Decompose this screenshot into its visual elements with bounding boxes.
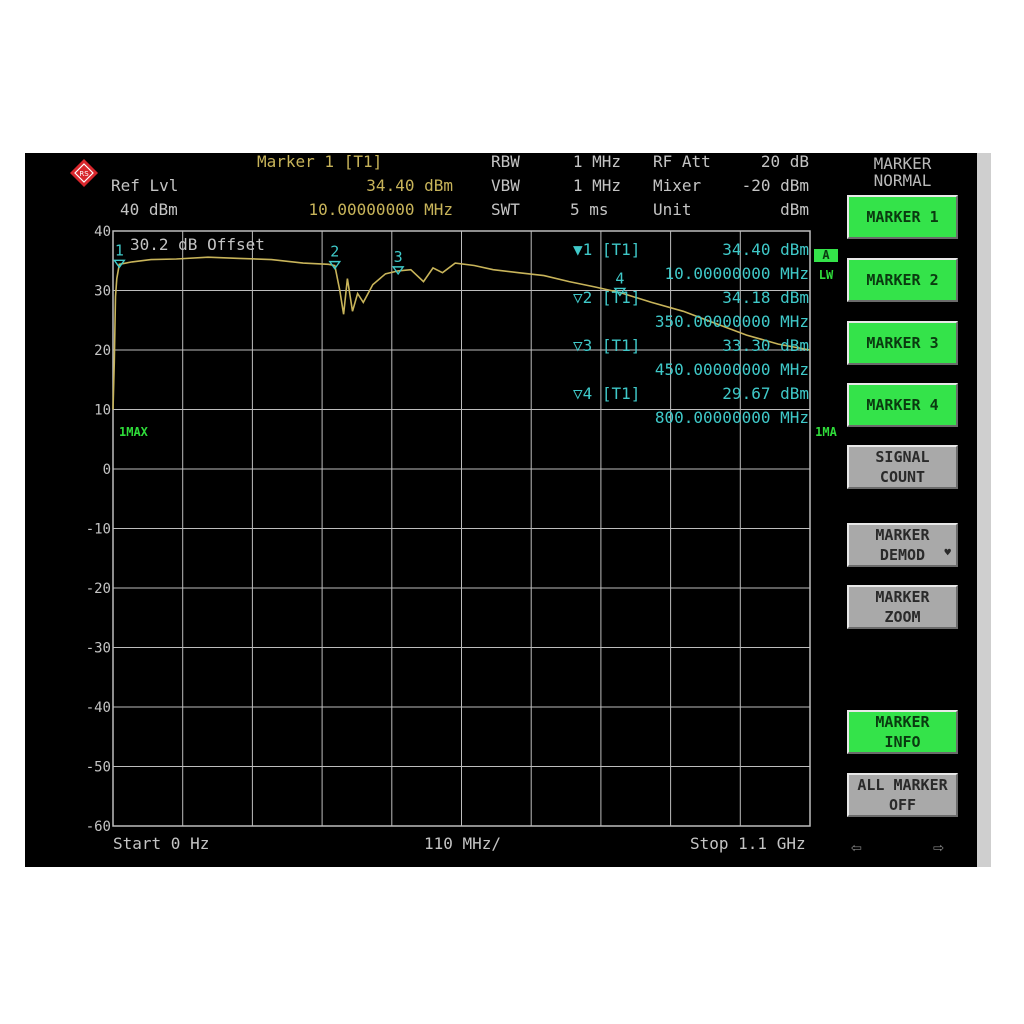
y-tick-label: -60 bbox=[86, 819, 111, 835]
trace-1ma-tag: 1MA bbox=[815, 425, 837, 439]
y-tick-label: 20 bbox=[94, 343, 111, 359]
span-per-division: 110 MHz/ bbox=[424, 834, 502, 853]
stop-frequency: Stop 1.1 GHz bbox=[690, 834, 806, 853]
marker-entry-frequency: 800.00000000 MHz bbox=[654, 408, 809, 427]
menu-title: MARKER NORMAL bbox=[873, 154, 932, 190]
trace-lw-tag: LW bbox=[818, 268, 834, 282]
softkey-marker-3[interactable]: MARKER 3 bbox=[847, 321, 958, 365]
marker-entry-frequency: 10.00000000 MHz bbox=[664, 264, 810, 283]
trace-mode-label: 1MAX bbox=[119, 425, 148, 439]
y-tick-label: 40 bbox=[94, 224, 111, 240]
softkey-label: SIGNAL COUNT bbox=[875, 448, 930, 486]
y-tick-label: -20 bbox=[86, 581, 111, 597]
y-tick-label: -30 bbox=[86, 641, 111, 657]
softkey-label: MARKER DEMOD bbox=[875, 526, 930, 564]
marker-number-2: 2 bbox=[330, 243, 339, 261]
analyzer-screen: RS Ref Lvl 40 dBm Marker 1 [T1] 34.40 dB… bbox=[25, 153, 977, 867]
softkey-label: MARKER ZOOM bbox=[875, 588, 930, 626]
softkey-marker-zoom[interactable]: MARKER ZOOM bbox=[847, 585, 958, 629]
softkey-marker-info[interactable]: MARKER INFO bbox=[847, 710, 958, 754]
softkey-marker-4[interactable]: MARKER 4 bbox=[847, 383, 958, 427]
scrollbar-strip bbox=[977, 153, 991, 867]
softkey-label: ALL MARKER OFF bbox=[857, 776, 948, 814]
softkey-label: MARKER INFO bbox=[875, 713, 930, 751]
y-tick-label: 0 bbox=[103, 462, 111, 478]
softkey-label: MARKER 4 bbox=[866, 396, 939, 414]
trace-a-tag: A bbox=[814, 249, 838, 262]
arrow-right-icon[interactable]: ⇨ bbox=[933, 837, 944, 858]
softkey-signal-count[interactable]: SIGNAL COUNT bbox=[847, 445, 958, 489]
y-tick-label: -10 bbox=[86, 522, 111, 538]
y-tick-label: 10 bbox=[94, 403, 111, 419]
marker-entry-head: ▼1 [T1] bbox=[573, 240, 641, 259]
softkey-marker-1[interactable]: MARKER 1 bbox=[847, 195, 958, 239]
marker-entry-level: 33.30 dBm bbox=[722, 336, 809, 355]
softkey-marker-demod[interactable]: MARKER DEMOD ♥ bbox=[847, 523, 958, 567]
marker-entry-frequency: 450.00000000 MHz bbox=[654, 360, 809, 379]
softkey-label: MARKER 3 bbox=[866, 334, 939, 352]
offset-label: 30.2 dB Offset bbox=[130, 235, 265, 254]
y-tick-label: 30 bbox=[94, 284, 111, 300]
marker-entry-level: 34.40 dBm bbox=[722, 240, 809, 259]
marker-entry-level: 29.67 dBm bbox=[722, 384, 809, 403]
start-frequency: Start 0 Hz bbox=[113, 834, 210, 853]
y-tick-label: -50 bbox=[86, 760, 111, 776]
marker-entry-level: 34.18 dBm bbox=[722, 288, 809, 307]
submenu-indicator-icon: ♥ bbox=[944, 546, 951, 559]
marker-entry-head: ▽2 [T1] bbox=[573, 288, 641, 307]
softkey-label: MARKER 2 bbox=[866, 271, 939, 289]
marker-entry-frequency: 350.00000000 MHz bbox=[654, 312, 809, 331]
marker-number-3: 3 bbox=[394, 248, 403, 266]
softkey-label: MARKER 1 bbox=[866, 208, 939, 226]
softkey-marker-2[interactable]: MARKER 2 bbox=[847, 258, 958, 302]
softkey-all-marker-off[interactable]: ALL MARKER OFF bbox=[847, 773, 958, 817]
marker-entry-head: ▽4 [T1] bbox=[573, 384, 641, 403]
marker-number-1: 1 bbox=[115, 241, 124, 259]
marker-entry-head: ▽3 [T1] bbox=[573, 336, 641, 355]
arrow-left-icon[interactable]: ⇦ bbox=[851, 837, 862, 858]
y-tick-label: -40 bbox=[86, 700, 111, 716]
